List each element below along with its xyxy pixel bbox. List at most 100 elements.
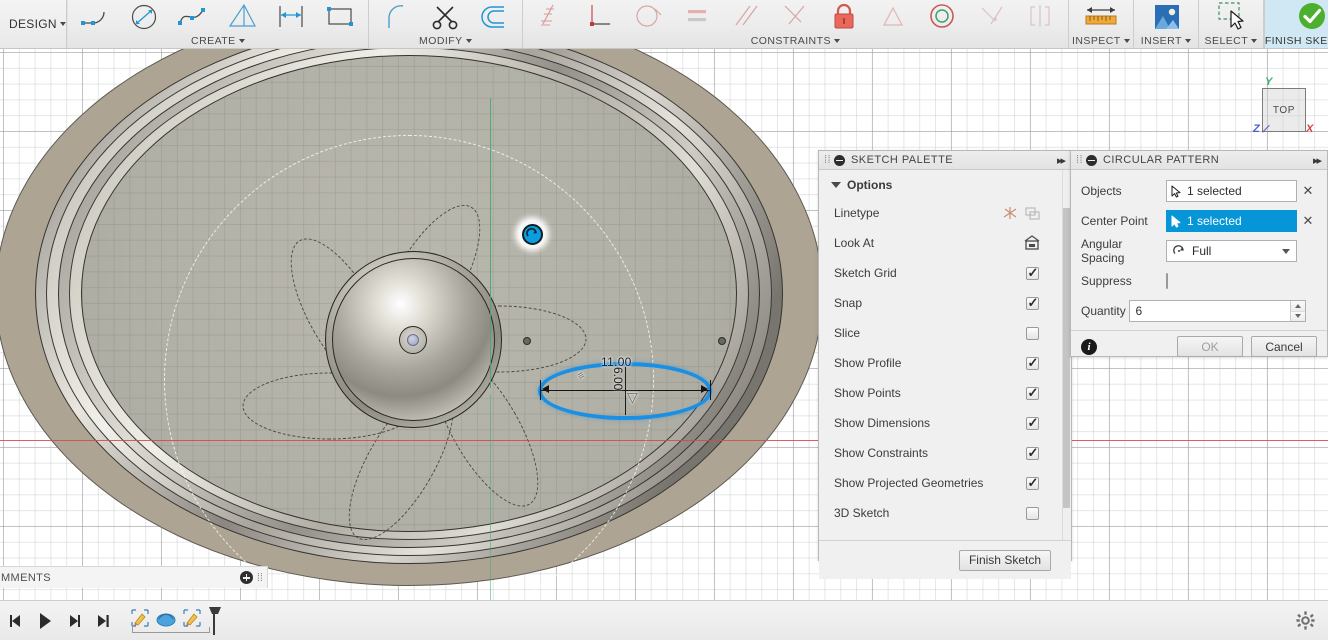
ok-button[interactable]: OK [1177,336,1243,357]
checkbox-show-points[interactable] [1026,387,1039,400]
circle-diameter-tool-button[interactable] [121,0,168,34]
design-workspace-menu[interactable]: DESIGN [0,0,67,48]
sketch-palette-panel[interactable]: ⁞⁞ SKETCH PALETTE ▸▸ Options Linetype Lo… [818,150,1072,561]
comments-resize-grip[interactable]: ⁞⁞ [257,572,263,584]
timeline-group-bracket [132,627,210,633]
look-at-icon[interactable] [1021,235,1043,251]
comments-bar[interactable]: OMMENTS ⁞⁞ [0,566,268,588]
step-forward-icon[interactable] [64,610,84,632]
angular-spacing-dropdown[interactable]: Full [1166,240,1297,262]
green-check-icon[interactable] [1284,0,1328,34]
checkbox-show-profile[interactable] [1026,357,1039,370]
drag-grip-icon[interactable]: ⁞⁞ [1076,155,1084,165]
perpendicular-icon[interactable] [576,0,623,34]
midpoint-icon[interactable] [772,0,819,34]
construction-line-icon[interactable] [999,205,1021,221]
lock-fix-icon[interactable] [821,0,868,34]
tangent-icon[interactable] [625,0,672,34]
checkbox-suppress[interactable] [1166,273,1168,289]
expand-right-icon[interactable]: ▸▸ [1057,154,1066,167]
fix-ground-icon[interactable] [527,0,574,34]
view-cube[interactable]: TOP Y Z X [1253,79,1315,141]
checkbox-slice[interactable] [1026,327,1039,340]
toolbar-group-finish-sketch-label: FINISH SKETCH [1265,34,1328,48]
play-icon[interactable] [35,610,55,632]
dimension-value-label-secondary[interactable]: 6.00 [611,367,625,390]
center-point-select-field[interactable]: 1 selected [1166,210,1297,232]
toolbar-group-create: CREATE [68,0,369,48]
trim-scissors-icon[interactable] [422,0,469,34]
dimension-vertical-line[interactable] [625,367,626,415]
circular-pattern-dialog[interactable]: ⁞⁞ CIRCULAR PATTERN ▸▸ Objects 1 selecte… [1070,150,1328,357]
parallel-icon[interactable] [723,0,770,34]
objects-select-field[interactable]: 1 selected [1166,180,1297,202]
checkbox-3d-sketch[interactable] [1026,507,1039,520]
x-axis-line [0,440,1328,441]
arc-tool-button[interactable] [72,0,119,34]
checkbox-show-constraints[interactable] [1026,447,1039,460]
polygon-tool-button[interactable] [219,0,266,34]
options-section-header[interactable]: Options [819,170,1071,198]
dimension-arrow-right [701,385,708,393]
quantity-increment-button[interactable] [1291,301,1305,312]
toolbar-group-modify: MODIFY [369,0,523,48]
toolbar-group-insert-label: INSERT [1134,34,1198,48]
palette-label: Show Points [834,386,1021,400]
spline-tool-button[interactable] [170,0,217,34]
centerline-icon[interactable] [1021,205,1043,221]
add-comment-icon[interactable] [240,571,253,584]
collinear-icon[interactable] [968,0,1015,34]
quantity-decrement-button[interactable] [1291,312,1305,322]
cursor-arrow-icon [1171,215,1182,228]
sketch-endpoint-left[interactable] [523,337,531,345]
info-icon[interactable]: i [1081,339,1097,355]
step-back-icon[interactable] [6,610,26,632]
circular-pattern-header[interactable]: ⁞⁞ CIRCULAR PATTERN ▸▸ [1071,151,1327,170]
angular-spacing-label: Angular Spacing [1081,237,1166,265]
checkbox-show-dimensions[interactable] [1026,417,1039,430]
collapse-icon[interactable] [1086,155,1097,166]
measure-ruler-icon[interactable] [1073,0,1129,34]
mirror-icon[interactable] [1017,0,1064,34]
timeline-marker[interactable] [207,606,223,636]
options-section-label: Options [847,178,892,192]
row-suppress: Suppress [1071,266,1327,296]
dimension-tool-button[interactable] [268,0,315,34]
collapse-icon[interactable] [834,155,845,166]
toolbar-group-constraints-label: CONSTRAINTS [523,34,1068,48]
toolbar-group-finish-sketch: FINISH SKETCH [1264,0,1328,48]
checkbox-show-projected-geometries[interactable] [1026,477,1039,490]
expand-right-icon[interactable]: ▸▸ [1313,154,1322,167]
scrollbar-thumb[interactable] [1063,208,1070,508]
cad-model[interactable] [0,49,845,600]
finish-sketch-button[interactable]: Finish Sketch [959,550,1051,571]
drag-grip-icon[interactable]: ⁞⁞ [824,155,832,165]
sketch-palette-header[interactable]: ⁞⁞ SKETCH PALETTE ▸▸ [819,151,1071,170]
quantity-stepper[interactable] [1129,300,1306,322]
quantity-input[interactable] [1130,301,1290,321]
fillet-tool-button[interactable] [373,0,420,34]
cancel-button[interactable]: Cancel [1251,336,1317,357]
jump-end-icon[interactable] [93,610,113,632]
sketch-endpoint-right[interactable] [718,337,726,345]
settings-gear-icon[interactable] [1292,608,1318,634]
objects-label: Objects [1081,184,1166,198]
checkbox-sketch-grid[interactable] [1026,267,1039,280]
offset-tool-button[interactable] [471,0,518,34]
triangle-down-icon [831,182,841,188]
concentric-icon[interactable] [919,0,966,34]
rectangle-tool-button[interactable] [317,0,364,34]
select-window-icon[interactable] [1203,0,1259,34]
sketch-origin-point[interactable] [407,334,419,346]
chevron-down-icon [239,39,245,43]
insert-image-icon[interactable] [1138,0,1194,34]
clear-objects-icon[interactable]: ✕ [1297,183,1319,199]
circular-pattern-handle[interactable] [518,220,546,248]
checkbox-snap[interactable] [1026,297,1039,310]
row-angular-spacing: Angular Spacing Full [1071,236,1327,266]
clear-center-point-icon[interactable]: ✕ [1297,213,1319,229]
equal-icon[interactable] [674,0,721,34]
palette-row-snap: Snap [819,288,1071,318]
symmetry-icon[interactable] [870,0,917,34]
constraint-glyph-symmetry[interactable]: ▽ [627,389,638,406]
